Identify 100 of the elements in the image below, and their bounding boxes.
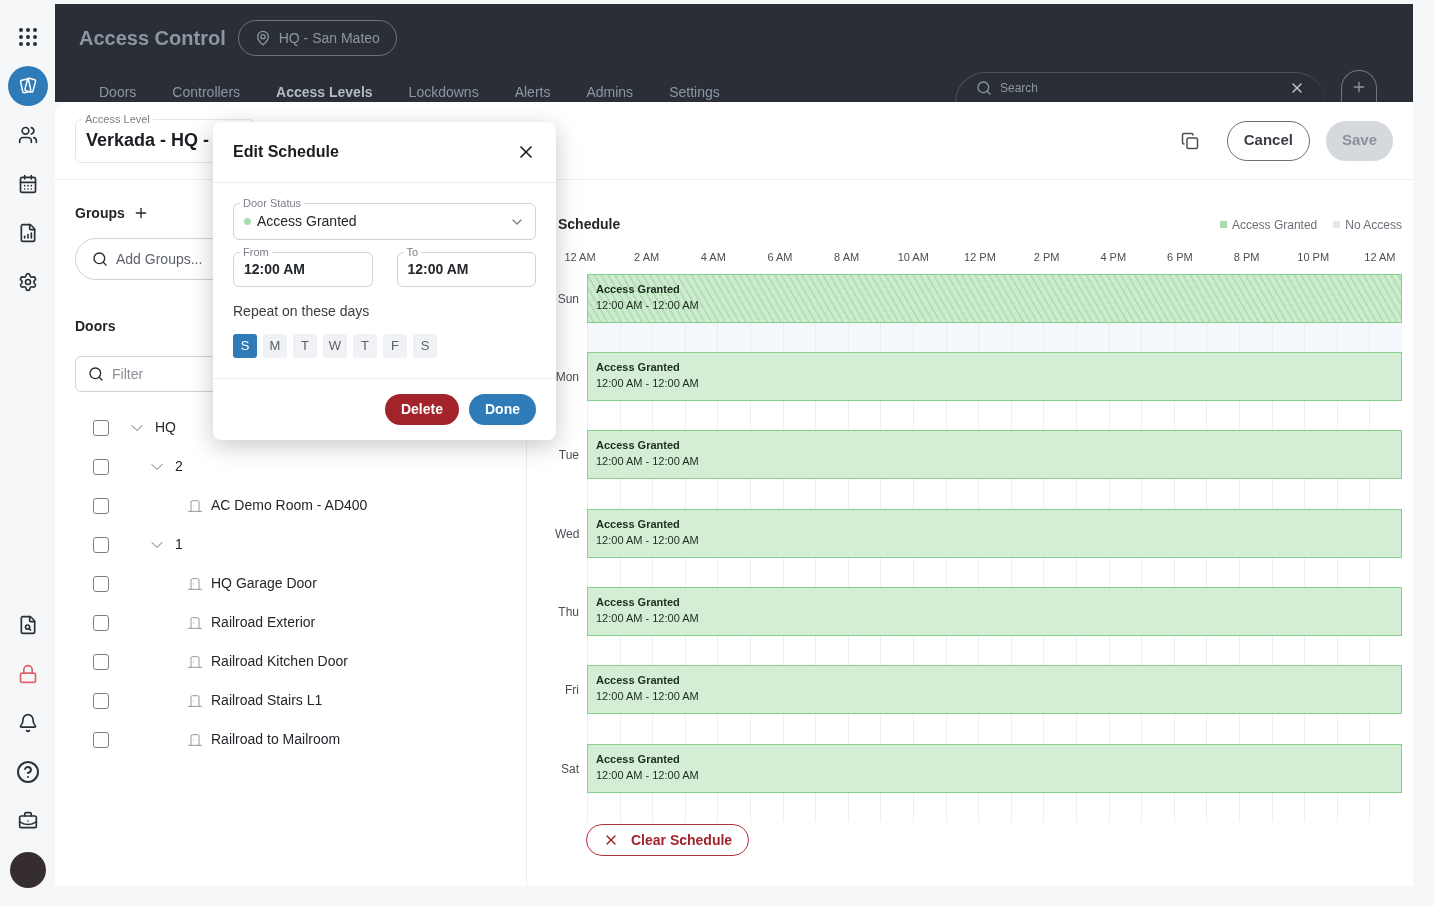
block-time: 12:00 AM - 12:00 AM xyxy=(596,767,700,783)
users-icon[interactable] xyxy=(17,124,38,145)
day-label: Wed xyxy=(555,525,581,543)
hour-label: 8 PM xyxy=(1232,250,1261,265)
hour-label: 12 AM xyxy=(1363,250,1397,265)
checkbox[interactable] xyxy=(93,419,109,436)
day-label: Fri xyxy=(564,682,580,700)
schedule-block[interactable]: Access Granted 12:00 AM - 12:00 AM xyxy=(587,351,1402,401)
day-label: Tue xyxy=(557,447,580,465)
settings-icon[interactable] xyxy=(17,271,38,292)
tree-item-label[interactable]: Railroad Stairs L1 xyxy=(211,690,323,711)
tree-item-label[interactable]: Railroad Exterior xyxy=(211,612,316,633)
hour-label: 2 PM xyxy=(1032,250,1061,265)
nav-tab[interactable]: Controllers xyxy=(172,82,241,102)
block-time: 12:00 AM - 12:00 AM xyxy=(596,375,700,391)
checkbox[interactable] xyxy=(93,731,109,748)
search-icon xyxy=(92,251,108,267)
nav-tab[interactable]: Lockdowns xyxy=(408,82,479,102)
door-icon xyxy=(187,692,203,709)
section-title: Schedule xyxy=(558,215,621,234)
lock-icon[interactable] xyxy=(17,663,38,684)
weekday-toggle[interactable]: M xyxy=(263,334,287,358)
hour-label: 8 AM xyxy=(833,250,861,265)
legend-label: No Access xyxy=(1345,216,1402,234)
tree-item-label[interactable]: 1 xyxy=(175,534,183,555)
block-status: Access Granted xyxy=(596,595,681,611)
page-title: Access Control xyxy=(79,26,226,51)
nav-tab[interactable]: Access Levels xyxy=(276,82,373,102)
location-pin-icon xyxy=(254,30,271,46)
hour-label: 6 AM xyxy=(766,250,794,265)
tree-item-label[interactable]: HQ xyxy=(155,417,176,438)
block-status: Access Granted xyxy=(596,281,681,297)
block-time: 12:00 AM - 12:00 AM xyxy=(596,611,700,627)
block-status: Access Granted xyxy=(596,673,681,689)
weekday-toggle[interactable]: S xyxy=(233,334,257,358)
briefcase-icon[interactable] xyxy=(17,810,38,831)
checkbox[interactable] xyxy=(93,536,109,553)
checkbox[interactable] xyxy=(93,653,109,670)
hour-label: 2 AM xyxy=(633,250,661,265)
tree-item-label[interactable]: Railroad to Mailroom xyxy=(211,729,341,750)
nav-tab[interactable]: Doors xyxy=(99,82,137,102)
nav-tab[interactable]: Settings xyxy=(669,82,720,102)
field-label: Door Status xyxy=(240,196,305,210)
cancel-button[interactable]: Cancel xyxy=(1226,120,1310,161)
weekday-toggle[interactable]: S xyxy=(413,334,437,358)
checkbox[interactable] xyxy=(93,614,109,631)
hour-label: 4 PM xyxy=(1099,250,1128,265)
schedule-block[interactable]: Access Granted 12:00 AM - 12:00 AM xyxy=(587,508,1402,558)
door-icon xyxy=(187,614,203,631)
block-status: Access Granted xyxy=(596,359,681,375)
help-icon[interactable] xyxy=(15,759,40,784)
block-status: Access Granted xyxy=(596,516,681,532)
schedule-block[interactable]: Access Granted 12:00 AM - 12:00 AM xyxy=(587,665,1402,715)
hour-label: 10 AM xyxy=(896,250,930,265)
checkbox[interactable] xyxy=(93,458,109,475)
schedule-block[interactable]: Access Granted 12:00 AM - 12:00 AM xyxy=(587,587,1402,637)
weekday-toggle[interactable]: T xyxy=(353,334,377,358)
day-label: Sat xyxy=(560,760,580,778)
tree-item-label[interactable]: HQ Garage Door xyxy=(211,573,317,594)
schedule-block[interactable]: Access Granted 12:00 AM - 12:00 AM xyxy=(587,743,1402,793)
tree-item-label[interactable]: AC Demo Room - AD400 xyxy=(211,495,368,516)
hour-label: 12 PM xyxy=(963,250,997,265)
block-status: Access Granted xyxy=(596,438,681,454)
hour-label: 6 PM xyxy=(1166,250,1194,265)
delete-button[interactable]: Delete xyxy=(384,394,459,425)
block-status: Access Granted xyxy=(596,751,681,767)
weekday-toggle[interactable]: F xyxy=(383,334,407,358)
field-label: From xyxy=(240,245,272,259)
door-icon xyxy=(187,497,203,514)
hour-label: 12 AM xyxy=(563,250,597,265)
door-icon xyxy=(187,575,203,592)
hour-label: 4 AM xyxy=(699,250,727,265)
nav-tab[interactable]: Alerts xyxy=(514,82,551,102)
schedule-block[interactable]: Access Granted 12:00 AM - 12:00 AM xyxy=(587,273,1402,323)
block-time: 12:00 AM - 12:00 AM xyxy=(596,454,700,470)
checkbox[interactable] xyxy=(93,575,109,592)
door-icon xyxy=(187,731,203,748)
bell-icon[interactable] xyxy=(17,712,38,733)
section-title: Groups xyxy=(75,203,125,223)
legend-label: Access Granted xyxy=(1231,216,1318,234)
weekday-toggle[interactable]: T xyxy=(293,334,317,358)
day-label: Mon xyxy=(555,368,580,386)
checkbox[interactable] xyxy=(93,692,109,709)
schedule-block[interactable]: Access Granted 12:00 AM - 12:00 AM xyxy=(587,430,1402,480)
search-icon xyxy=(976,79,992,96)
search-icon xyxy=(88,366,104,382)
tree-item-label[interactable]: 2 xyxy=(175,456,183,477)
copy-icon[interactable] xyxy=(1180,131,1199,150)
field-label: To xyxy=(403,245,422,259)
tree-item-label[interactable]: Railroad Kitchen Door xyxy=(211,651,348,672)
weekday-toggle[interactable]: W xyxy=(323,334,347,358)
repeat-label: Repeat on these days xyxy=(233,302,371,321)
block-time: 12:00 AM - 12:00 AM xyxy=(596,297,700,313)
nav-tab[interactable]: Admins xyxy=(586,82,634,102)
section-title: Doors xyxy=(75,318,116,334)
block-time: 12:00 AM - 12:00 AM xyxy=(596,532,700,548)
done-button[interactable]: Done xyxy=(469,394,536,425)
checkbox[interactable] xyxy=(93,497,109,514)
block-time: 12:00 AM - 12:00 AM xyxy=(596,689,700,705)
calendar-icon[interactable] xyxy=(17,173,38,194)
